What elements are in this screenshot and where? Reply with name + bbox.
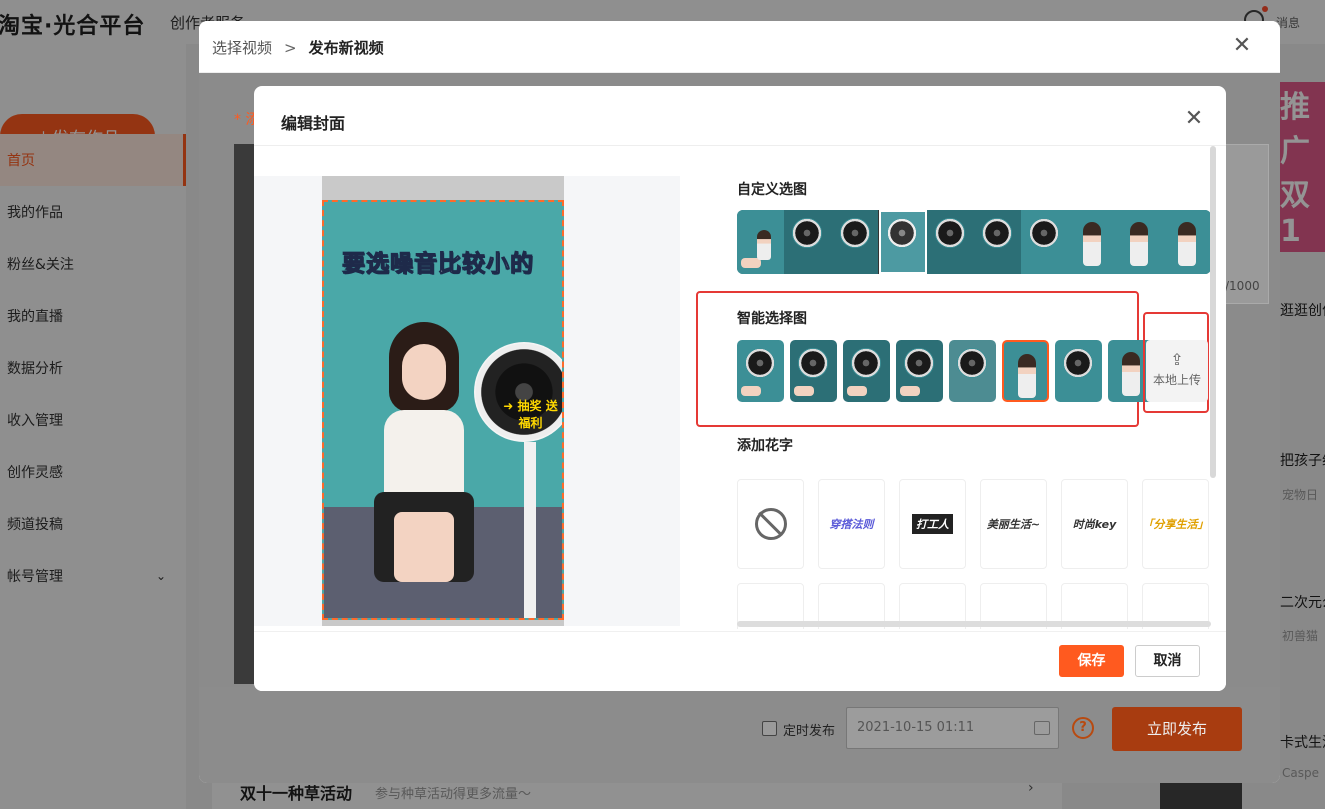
smart-thumbnail[interactable] [949, 340, 996, 402]
frame-thumbnail[interactable] [1163, 210, 1211, 274]
frame-thumbnail[interactable] [973, 210, 1022, 274]
sticker-option[interactable]: 美丽生活~ [980, 479, 1047, 569]
frame-thumbnail-selected[interactable] [879, 210, 927, 274]
frame-thumbnail[interactable] [784, 210, 832, 274]
calendar-icon[interactable] [1034, 721, 1050, 735]
modal-footer: 保存 取消 [254, 631, 1226, 691]
close-icon[interactable]: ✕ [1179, 104, 1209, 134]
sticker-text: 穿搭法则 [829, 518, 874, 531]
sticker-option[interactable]: 打工人 [899, 479, 966, 569]
fan-pole-shape [524, 442, 536, 618]
sticker-text: 美丽生活~ [986, 518, 1041, 531]
timed-publish-checkbox[interactable] [762, 721, 777, 736]
smart-thumbnail-selected[interactable] [1002, 340, 1049, 402]
timed-publish-label: 定时发布 [783, 724, 836, 739]
sticker-option[interactable]: 穿搭法则 [818, 479, 885, 569]
sticker-option[interactable]: 「分享生活」 [1142, 479, 1209, 569]
custom-frame-strip[interactable] [737, 210, 1211, 274]
frame-thumbnail[interactable] [737, 210, 785, 274]
smart-select-label: 智能选择图 [737, 311, 807, 327]
vertical-scrollbar[interactable] [1210, 146, 1216, 478]
frame-thumbnail[interactable] [926, 210, 974, 274]
save-button[interactable]: 保存 [1059, 645, 1124, 677]
sticker-text: 打工人 [912, 514, 953, 534]
modal-title: 编辑封面 [281, 114, 346, 133]
breadcrumb: 选择视频 > 发布新视频 [212, 37, 384, 58]
datetime-field[interactable]: 2021-10-15 01:11 [846, 707, 1059, 749]
smart-thumbnail[interactable] [790, 340, 837, 402]
cover-preview-pane: ➜ 抽奖 送福利 要选噪音比较小的 [254, 176, 680, 626]
modal-header: 选择视频 > 发布新视频 ✕ [199, 21, 1280, 73]
local-upload-button[interactable]: ⇪ 本地上传 [1146, 340, 1208, 402]
breadcrumb-separator: > [284, 39, 297, 57]
cover-preview-image[interactable]: ➜ 抽奖 送福利 要选噪音比较小的 [322, 200, 564, 620]
upload-label: 本地上传 [1152, 373, 1201, 387]
sticker-text: 「分享生活」 [1142, 518, 1209, 531]
breadcrumb-select-video[interactable]: 选择视频 [212, 39, 272, 57]
breadcrumb-current: 发布新视频 [308, 39, 384, 57]
smart-frame-strip [737, 340, 1158, 402]
upload-icon: ⇪ [1170, 350, 1184, 369]
preview-caption: 要选噪音比较小的 [342, 251, 534, 278]
smart-thumbnail[interactable] [843, 340, 890, 402]
smart-thumbnail[interactable] [1055, 340, 1102, 402]
presenter-figure [364, 322, 484, 618]
frame-thumbnail[interactable] [1021, 210, 1069, 274]
close-icon[interactable]: ✕ [1229, 33, 1255, 59]
cancel-button[interactable]: 取消 [1135, 645, 1200, 677]
help-icon[interactable]: ? [1072, 717, 1094, 739]
sticker-option[interactable]: 时尚key [1061, 479, 1128, 569]
smart-thumbnail[interactable] [737, 340, 784, 402]
frame-thumbnail[interactable] [831, 210, 880, 274]
add-sticker-label: 添加花字 [737, 438, 793, 454]
sticker-none[interactable] [737, 479, 804, 569]
sticker-text: 时尚key [1072, 518, 1117, 531]
modal-header: 编辑封面 ✕ [254, 86, 1226, 146]
frame-thumbnail[interactable] [1068, 210, 1117, 274]
frame-thumbnail[interactable] [1116, 210, 1164, 274]
sticker-grid: 穿搭法则 打工人 美丽生活~ 时尚key 「分享生活」 [737, 479, 1211, 629]
no-sticker-icon [754, 508, 787, 540]
smart-thumbnail[interactable] [896, 340, 943, 402]
custom-select-label: 自定义选图 [737, 182, 807, 198]
horizontal-scrollbar[interactable] [737, 621, 1211, 627]
edit-cover-modal: 编辑封面 ✕ ➜ 抽奖 送福利 要选噪音比较小的 自定义选图 智能选择图 ⇪ 本… [254, 86, 1226, 691]
char-counter: /1000 [1225, 279, 1260, 293]
lottery-sticker: ➜ 抽奖 送福利 [503, 399, 558, 430]
publish-now-button[interactable]: 立即发布 [1112, 707, 1242, 751]
